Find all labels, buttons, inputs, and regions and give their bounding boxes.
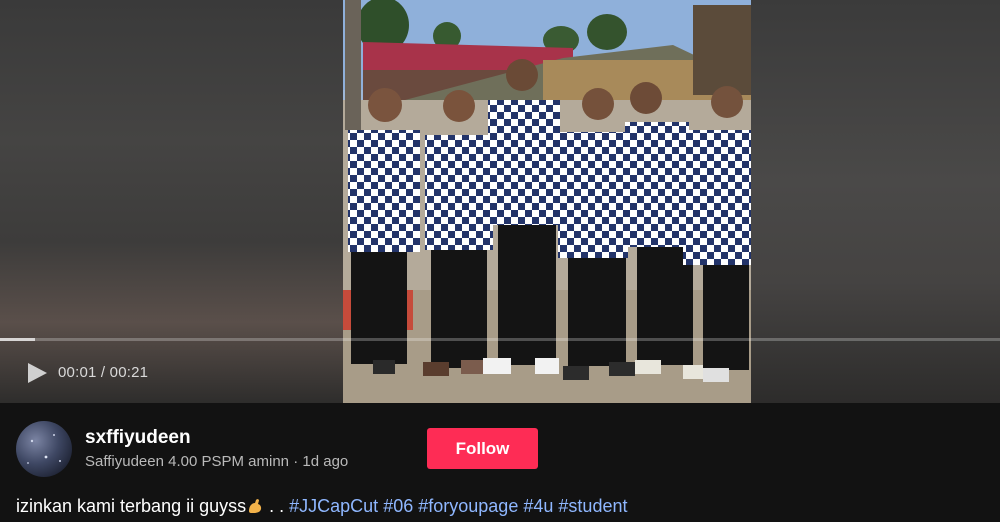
video-player[interactable]: 00:01 / 00:21 [0, 0, 1000, 403]
time-display: 00:01 / 00:21 [58, 364, 148, 381]
time-total: 00:21 [109, 364, 149, 381]
video-blur-left [0, 0, 343, 403]
flexed-biceps-icon [246, 497, 264, 515]
hashtag-link[interactable]: #JJCapCut [289, 496, 378, 516]
subline-separator: · [289, 453, 303, 470]
hashtag-link[interactable]: #foryoupage [418, 496, 518, 516]
post-time: 1d ago [302, 453, 349, 470]
video-blur-right [751, 0, 1000, 403]
progress-fill [0, 338, 35, 341]
video-frame-image [343, 0, 751, 403]
caption-dots: . . [264, 496, 290, 516]
author-subline: Saffiyudeen 4.00 PSPM aminn · 1d ago [85, 453, 348, 470]
hashtag-link[interactable]: #4u [523, 496, 553, 516]
hashtag-list: #JJCapCut #06 #foryoupage #4u #student [289, 496, 627, 516]
progress-bar[interactable] [0, 338, 1000, 341]
time-current: 00:01 [58, 364, 97, 381]
hashtag-link[interactable]: #student [558, 496, 627, 516]
video-frame[interactable] [343, 0, 751, 403]
time-separator: / [96, 364, 110, 381]
hashtag-link[interactable]: #06 [383, 496, 413, 516]
caption: izinkan kami terbang ii guyss . . #JJCap… [16, 496, 627, 517]
follow-button[interactable]: Follow [427, 428, 538, 469]
play-icon[interactable] [26, 362, 48, 384]
username[interactable]: sxffiyudeen [85, 427, 191, 449]
avatar[interactable] [16, 421, 72, 477]
display-name: Saffiyudeen 4.00 PSPM aminn [85, 453, 290, 470]
caption-text: izinkan kami terbang ii guyss [16, 496, 247, 516]
